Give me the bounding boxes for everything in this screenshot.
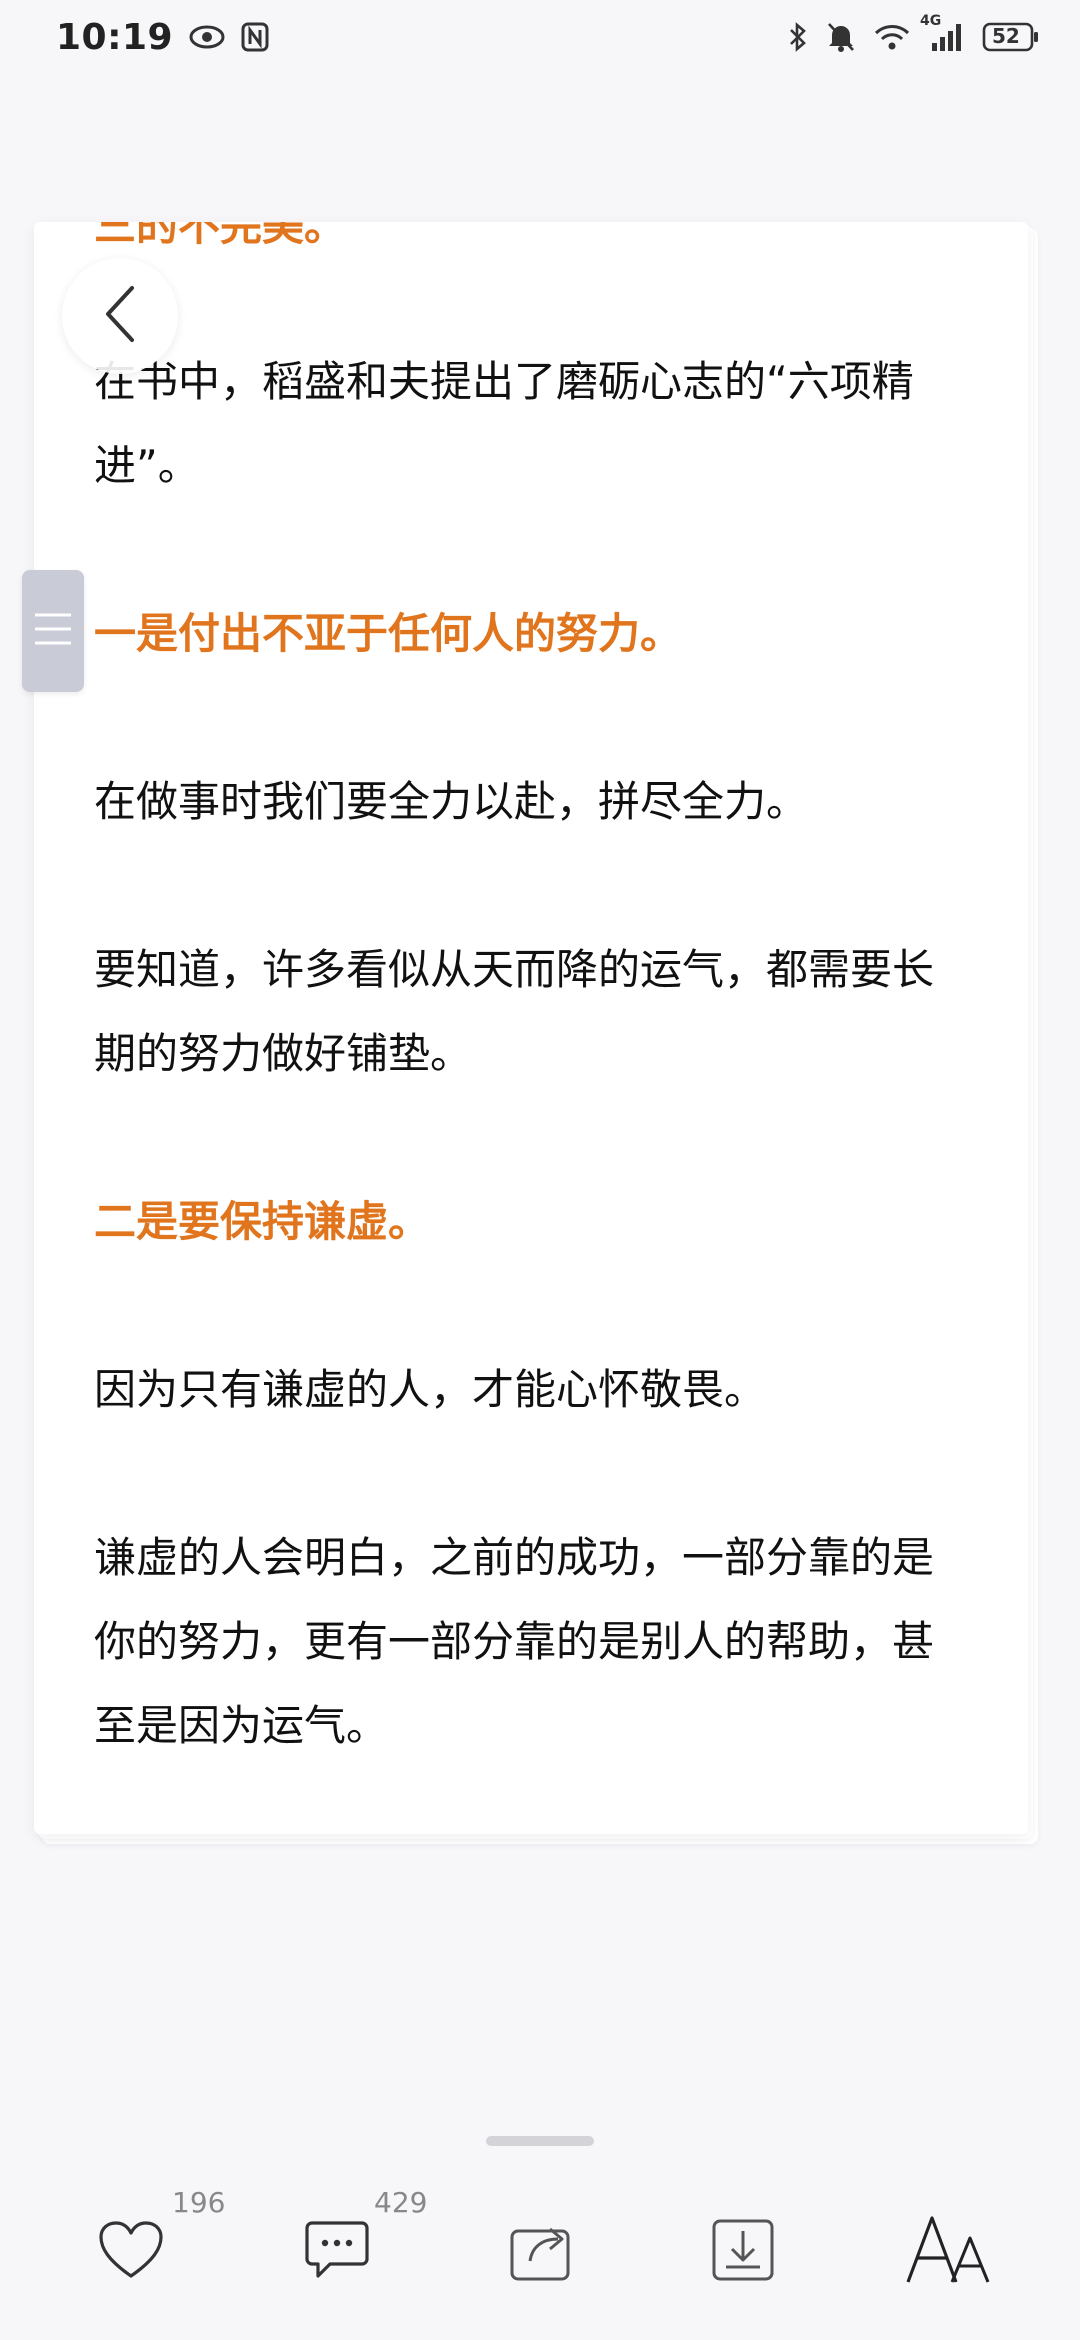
- article-paragraph: 要知道，许多看似从天而降的运气，都需要长期的努力做好铺垫。: [94, 945, 935, 1078]
- download-button[interactable]: [710, 2180, 780, 2320]
- comment-button[interactable]: 429: [304, 2180, 474, 2320]
- drag-handle[interactable]: [486, 2136, 594, 2146]
- status-left: 10:19: [56, 17, 269, 58]
- signal-icon: 4G: [920, 13, 964, 53]
- wifi-icon: [874, 23, 910, 51]
- article-paragraph: 在做事时我们要全力以赴，拼尽全力。: [94, 777, 809, 826]
- heart-icon: [98, 2220, 164, 2280]
- like-button[interactable]: 196: [98, 2180, 268, 2320]
- status-bar: 10:19 4G 52: [0, 0, 1080, 74]
- back-icon: [100, 284, 140, 348]
- article-paragraph: 因为只有谦虚的人，才能心怀敬畏。: [94, 1365, 767, 1414]
- article-paragraph: 在书中，稻盛和夫提出了磨砺心志的“六项精进”。: [94, 357, 914, 490]
- menu-icon: [33, 611, 73, 651]
- article-card[interactable]: 三的不完美。 在书中，稻盛和夫提出了磨砺心志的“六项精进”。 一是付出不亚于任何…: [34, 222, 1028, 1834]
- bluetooth-icon: [788, 21, 808, 53]
- download-icon: [710, 2217, 776, 2283]
- status-right: 4G 52: [788, 13, 1040, 53]
- eye-icon: [189, 25, 225, 49]
- font-size-icon: [904, 2212, 994, 2288]
- comment-count: 429: [374, 2186, 428, 2219]
- bottom-toolbar: 196 429 AA: [0, 2180, 1080, 2340]
- battery-icon: 52: [982, 21, 1040, 53]
- article-card-stack: 三的不完美。 在书中，稻盛和夫提出了磨砺心志的“六项精进”。 一是付出不亚于任何…: [34, 222, 1038, 1844]
- status-time: 10:19: [56, 16, 174, 58]
- font-size-button[interactable]: AA: [904, 2180, 1004, 2320]
- share-button[interactable]: [508, 2180, 578, 2320]
- like-count: 196: [172, 2186, 226, 2219]
- back-button[interactable]: [62, 258, 178, 374]
- mute-icon: [826, 21, 856, 53]
- article-heading: 二是要保持谦虚。: [94, 1197, 431, 1246]
- article-heading: 一是付出不亚于任何人的努力。: [94, 609, 683, 658]
- battery-level: 52: [992, 24, 1020, 48]
- side-menu-button[interactable]: [22, 570, 84, 692]
- network-label: 4G: [920, 13, 942, 29]
- nfc-icon: [241, 22, 269, 52]
- share-icon: [508, 2217, 574, 2283]
- comment-icon: [304, 2219, 370, 2281]
- article-paragraph: 谦虚的人会明白，之前的成功，一部分靠的是你的努力，更有一部分靠的是别人的帮助，甚…: [94, 1533, 935, 1750]
